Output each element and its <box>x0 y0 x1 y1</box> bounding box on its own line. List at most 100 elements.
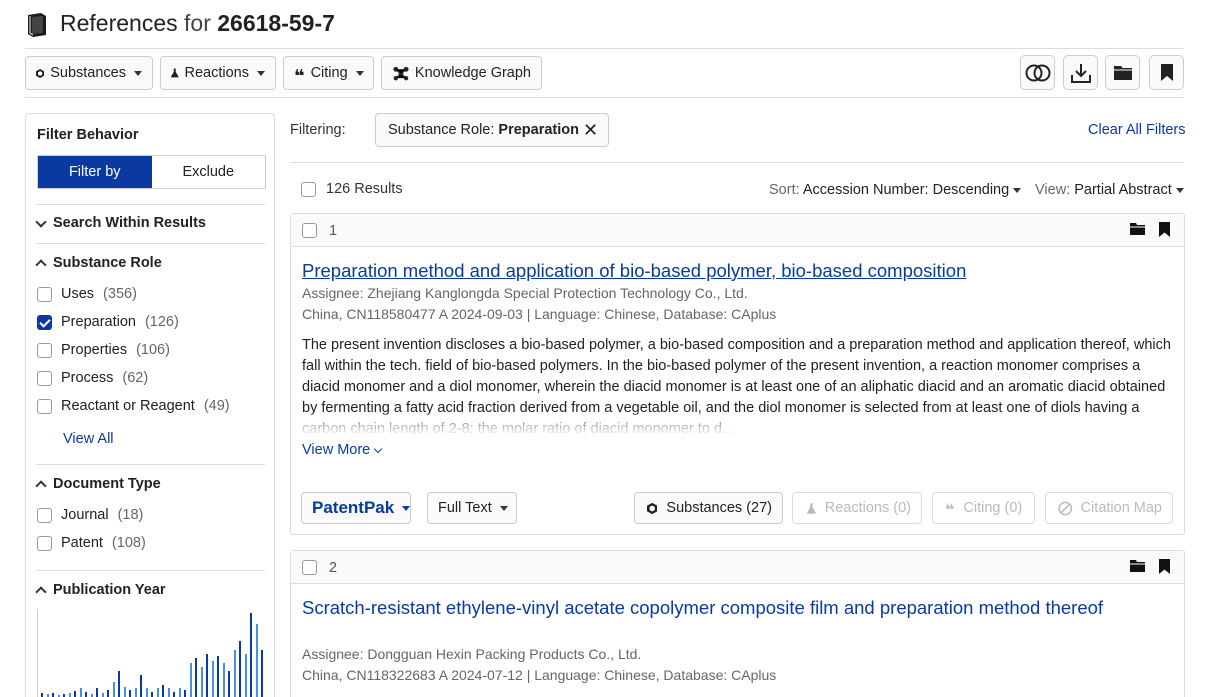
full-text-label: Full Text <box>438 500 492 516</box>
view-more-link[interactable]: View More <box>302 442 383 458</box>
option-count: (18) <box>117 507 144 523</box>
histogram-bar[interactable] <box>228 671 231 697</box>
histogram-bar[interactable] <box>79 688 82 697</box>
download-button[interactable] <box>1063 55 1098 90</box>
histogram-bar[interactable] <box>129 690 132 697</box>
publication-year-histogram[interactable] <box>37 609 264 697</box>
histogram-bar[interactable] <box>178 688 181 697</box>
card-header: 1 <box>291 214 1184 247</box>
histogram-bar[interactable] <box>239 641 242 697</box>
result-details: China, CN118580477 A 2024-09-03 | Langua… <box>302 306 777 322</box>
bookmark-button[interactable] <box>1149 55 1184 90</box>
reactions-button[interactable]: Reactions (0) <box>792 492 922 524</box>
citing-dropdown[interactable]: ❝ Citing <box>283 56 374 90</box>
option-label: Properties <box>61 342 128 358</box>
histogram-bar[interactable] <box>195 658 198 697</box>
full-text-dropdown[interactable]: Full Text <box>427 492 517 524</box>
histogram-bar[interactable] <box>145 688 148 697</box>
filter-divider <box>290 162 1184 163</box>
histogram-bar[interactable] <box>123 687 126 697</box>
view-all-link[interactable]: View All <box>63 431 114 447</box>
histogram-bar[interactable] <box>52 693 55 697</box>
histogram-bar[interactable] <box>211 661 214 697</box>
histogram-bar[interactable] <box>74 691 77 697</box>
histogram-bar[interactable] <box>118 671 121 697</box>
filter-by-option[interactable]: Filter by <box>38 156 152 188</box>
result-title-link[interactable]: Preparation method and application of bi… <box>302 259 966 283</box>
histogram-bar[interactable] <box>68 693 71 697</box>
search-within-results-toggle[interactable]: Search Within Results <box>35 215 206 231</box>
histogram-bar[interactable] <box>217 656 220 697</box>
histogram-bar[interactable] <box>41 693 43 697</box>
close-icon[interactable]: ✕ <box>583 121 598 139</box>
histogram-bar[interactable] <box>222 663 225 697</box>
combine-button[interactable] <box>1020 55 1055 90</box>
substance-role-option-reactant[interactable]: Reactant or Reagent (49) <box>37 398 230 414</box>
substances-dropdown[interactable]: Substances <box>25 56 153 90</box>
checkbox[interactable] <box>37 507 52 523</box>
histogram-bar[interactable] <box>255 624 258 697</box>
option-count: (108) <box>111 535 146 551</box>
substance-role-option-uses[interactable]: Uses (356) <box>37 286 137 302</box>
histogram-bar[interactable] <box>112 682 115 697</box>
checkbox[interactable] <box>37 286 52 302</box>
histogram-bar[interactable] <box>167 688 170 697</box>
histogram-bar[interactable] <box>156 688 159 697</box>
histogram-bar[interactable] <box>107 690 110 697</box>
clear-all-filters-link[interactable]: Clear All Filters <box>1088 122 1186 138</box>
checkbox[interactable] <box>37 370 52 386</box>
substance-role-option-process[interactable]: Process (62) <box>37 370 148 386</box>
histogram-bar[interactable] <box>244 654 247 697</box>
caret-down-icon <box>257 70 265 76</box>
checkbox[interactable] <box>37 535 52 551</box>
option-label: Patent <box>61 535 103 551</box>
bookmark-icon[interactable] <box>1159 559 1170 574</box>
histogram-bar[interactable] <box>200 667 203 697</box>
result-checkbox[interactable] <box>302 560 317 575</box>
histogram-bar[interactable] <box>140 675 143 697</box>
exclude-option[interactable]: Exclude <box>152 156 266 188</box>
checkbox-checked[interactable] <box>37 314 52 330</box>
histogram-bar[interactable] <box>96 688 99 697</box>
substances-button[interactable]: Substances (27) <box>634 492 783 524</box>
result-title-link[interactable]: Scratch-resistant ethylene-vinyl acetate… <box>302 596 1122 620</box>
reactions-dropdown[interactable]: Reactions <box>160 56 276 90</box>
select-all-checkbox[interactable] <box>301 182 316 197</box>
reactions-count-label: Reactions (0) <box>824 500 911 516</box>
citing-button[interactable]: ❝ Citing (0) <box>932 492 1035 524</box>
histogram-bar[interactable] <box>184 690 187 697</box>
document-type-option-journal[interactable]: Journal (18) <box>37 507 143 523</box>
checkbox[interactable] <box>37 342 52 358</box>
histogram-bar[interactable] <box>250 613 253 697</box>
patentpak-dropdown[interactable]: PatentPak <box>301 492 411 524</box>
document-type-toggle[interactable]: Document Type <box>35 476 161 492</box>
publication-year-toggle[interactable]: Publication Year <box>35 582 166 598</box>
bookmark-icon[interactable] <box>1159 222 1170 237</box>
caret-down-icon <box>1013 187 1022 193</box>
histogram-bar[interactable] <box>85 692 88 697</box>
histogram-bar[interactable] <box>206 654 209 697</box>
divider <box>37 464 265 465</box>
folder-icon[interactable] <box>1130 222 1145 235</box>
histogram-bar[interactable] <box>261 650 264 697</box>
checkbox[interactable] <box>37 398 52 414</box>
histogram-bar[interactable] <box>233 650 236 697</box>
view-dropdown[interactable]: View: Partial Abstract <box>1035 182 1184 198</box>
result-checkbox[interactable] <box>302 223 317 238</box>
histogram-bar[interactable] <box>189 663 192 697</box>
citation-map-button[interactable]: Citation Map <box>1045 492 1173 524</box>
histogram-bar[interactable] <box>134 688 137 697</box>
save-to-folder-button[interactable] <box>1105 55 1140 90</box>
histogram-bar[interactable] <box>162 685 165 697</box>
divider <box>37 570 265 571</box>
substance-role-option-properties[interactable]: Properties (106) <box>37 342 170 358</box>
histogram-bar[interactable] <box>101 693 104 697</box>
folder-icon[interactable] <box>1130 559 1145 572</box>
document-type-option-patent[interactable]: Patent (108) <box>37 535 146 551</box>
knowledge-graph-button[interactable]: Knowledge Graph <box>381 56 542 90</box>
histogram-bar[interactable] <box>151 692 154 697</box>
histogram-bar[interactable] <box>173 692 176 697</box>
substance-role-toggle[interactable]: Substance Role <box>35 255 162 271</box>
sort-dropdown[interactable]: Sort: Accession Number: Descending <box>769 182 1022 198</box>
substance-role-option-preparation[interactable]: Preparation (126) <box>37 314 179 330</box>
